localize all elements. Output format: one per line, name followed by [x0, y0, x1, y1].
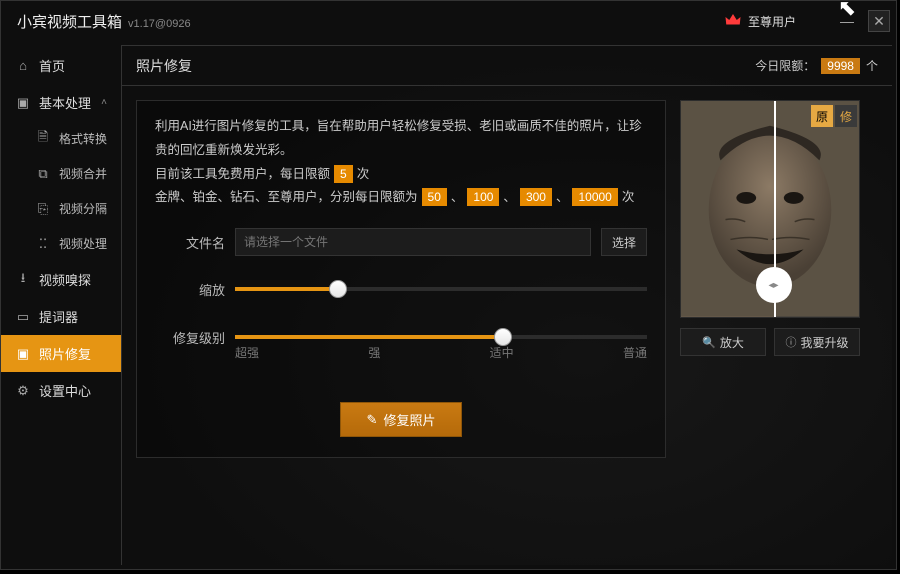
sidebar-item-label: 视频嗅探 [39, 270, 91, 289]
enlarge-button[interactable]: 🔍 放大 [680, 328, 766, 356]
titlebar: 小宾视频工具箱 v1.17@0926 至尊用户 ⬉ — ✕ [1, 1, 896, 41]
file-row: 文件名 选择 [155, 228, 647, 256]
minimize-button[interactable]: — [836, 10, 858, 32]
sidebar-item-label: 提词器 [39, 307, 78, 326]
sidebar-item-home[interactable]: ⌂ 首页 [1, 47, 121, 84]
sidebar-item-merge[interactable]: ⧉ 视频合并 [1, 156, 121, 191]
app-name: 小宾视频工具箱 [17, 11, 122, 32]
sidebar-item-label: 照片修复 [39, 344, 91, 363]
sidebar-item-fx[interactable]: ⁚⁚ 视频处理 [1, 226, 121, 261]
sidebar: ⌂ 首页 ▣ 基本处理 ˄ 🗎 格式转换 ⧉ 视频合并 ⎘ 视频分隔 ⁚⁚ [1, 41, 121, 569]
level-row: 修复级别 超强 强 适中 普通 [155, 322, 647, 352]
split-icon: ⎘ [35, 201, 51, 217]
desc-tier-4: 10000 [572, 188, 617, 206]
quota-value: 9998 [821, 58, 860, 74]
chevron-up-icon: ˄ [101, 97, 107, 108]
sidebar-item-label: 视频处理 [59, 235, 107, 252]
tick-label: 普通 [623, 344, 647, 361]
desc-line1: 利用AI进行图片修复的工具，旨在帮助用户轻松修复受损、老旧或画质不佳的照片，让珍… [155, 119, 642, 157]
tick-label: 适中 [490, 344, 514, 361]
form-panel: 利用AI进行图片修复的工具，旨在帮助用户轻松修复受损、老旧或画质不佳的照片，让珍… [136, 100, 666, 458]
file-input[interactable] [235, 228, 591, 256]
crown-icon [724, 11, 742, 32]
sidebar-item-prompter[interactable]: ▭ 提词器 [1, 298, 121, 335]
tick-label: 超强 [235, 344, 259, 361]
sidebar-item-label: 设置中心 [39, 381, 91, 400]
upgrade-label: 我要升级 [800, 334, 848, 351]
sidebar-item-sniff[interactable]: ⭳ 视频嗅探 [1, 261, 121, 298]
description: 利用AI进行图片修复的工具，旨在帮助用户轻松修复受损、老旧或画质不佳的照片，让珍… [155, 115, 647, 210]
desc-line3a: 金牌、铂金、钻石、至尊用户，分别每日限额为 [155, 190, 418, 204]
desc-tier-2: 100 [467, 188, 499, 206]
content-header: 照片修复 今日限额： 9998 个 [122, 46, 892, 86]
info-icon: ⓘ [785, 334, 796, 350]
merge-icon: ⧉ [35, 166, 51, 182]
fx-icon: ⁚⁚ [35, 236, 51, 252]
desc-line3b: 次 [622, 190, 635, 204]
preview-pane: ◂▸ 原 修 🔍 放大 ⓘ 我要升级 [680, 100, 860, 458]
user-tier[interactable]: 至尊用户 [724, 11, 796, 32]
grid-icon: ▣ [15, 95, 31, 111]
desc-tier-1: 50 [422, 188, 447, 206]
repair-button-label: 修复照片 [383, 410, 435, 429]
file-label: 文件名 [155, 233, 225, 252]
sidebar-item-label: 格式转换 [59, 130, 107, 147]
quota-display: 今日限额： 9998 个 [755, 57, 878, 74]
repair-button[interactable]: ✎ 修复照片 [340, 402, 463, 437]
tick-label: 强 [368, 344, 380, 361]
level-slider[interactable]: 超强 强 适中 普通 [235, 322, 647, 352]
desc-free-limit: 5 [334, 165, 353, 183]
after-tag: 修 [835, 105, 857, 127]
before-tag: 原 [811, 105, 833, 127]
zoom-label: 缩放 [155, 280, 225, 299]
wand-icon: ✎ [367, 412, 378, 428]
sidebar-item-label: 视频合并 [59, 165, 107, 182]
sidebar-item-label: 基本处理 [39, 93, 91, 112]
zoom-slider[interactable] [235, 274, 647, 304]
sidebar-item-photo-repair[interactable]: ▣ 照片修复 [1, 335, 121, 372]
sidebar-item-split[interactable]: ⎘ 视频分隔 [1, 191, 121, 226]
upgrade-button[interactable]: ⓘ 我要升级 [774, 328, 860, 356]
sidebar-item-basic[interactable]: ▣ 基本处理 ˄ [1, 84, 121, 121]
quota-label: 今日限额： [755, 57, 815, 74]
home-icon: ⌂ [15, 58, 31, 74]
app-version: v1.17@0926 [128, 18, 191, 30]
level-label: 修复级别 [155, 328, 225, 347]
sidebar-item-label: 首页 [39, 56, 65, 75]
close-button[interactable]: ✕ [868, 10, 890, 32]
user-tier-label: 至尊用户 [748, 13, 796, 30]
enlarge-label: 放大 [720, 334, 744, 351]
image-icon: ▣ [15, 346, 31, 362]
sidebar-item-label: 视频分隔 [59, 200, 107, 217]
page-title: 照片修复 [136, 56, 192, 76]
app-title: 小宾视频工具箱 v1.17@0926 [17, 11, 191, 32]
sidebar-item-settings[interactable]: ⚙ 设置中心 [1, 372, 121, 409]
content: 照片修复 今日限额： 9998 个 利用AI进行图片修复的工具，旨在帮助用户轻松… [121, 45, 892, 565]
sidebar-item-format[interactable]: 🗎 格式转换 [1, 121, 121, 156]
preview-image[interactable]: ◂▸ 原 修 [680, 100, 860, 318]
doc-icon: 🗎 [35, 131, 51, 147]
select-file-button[interactable]: 选择 [601, 228, 647, 256]
desc-line2a: 目前该工具免费用户，每日限额 [155, 167, 330, 181]
quota-unit: 个 [866, 57, 878, 74]
compare-handle[interactable]: ◂▸ [756, 267, 792, 303]
slider-thumb[interactable] [329, 280, 347, 298]
download-icon: ⭳ [15, 272, 31, 288]
gear-icon: ⚙ [15, 383, 31, 399]
level-ticks: 超强 强 适中 普通 [235, 344, 647, 361]
desc-tier-3: 300 [520, 188, 552, 206]
zoom-row: 缩放 [155, 274, 647, 304]
zoom-icon: 🔍 [702, 336, 716, 349]
desc-line2b: 次 [357, 167, 370, 181]
screen-icon: ▭ [15, 309, 31, 325]
